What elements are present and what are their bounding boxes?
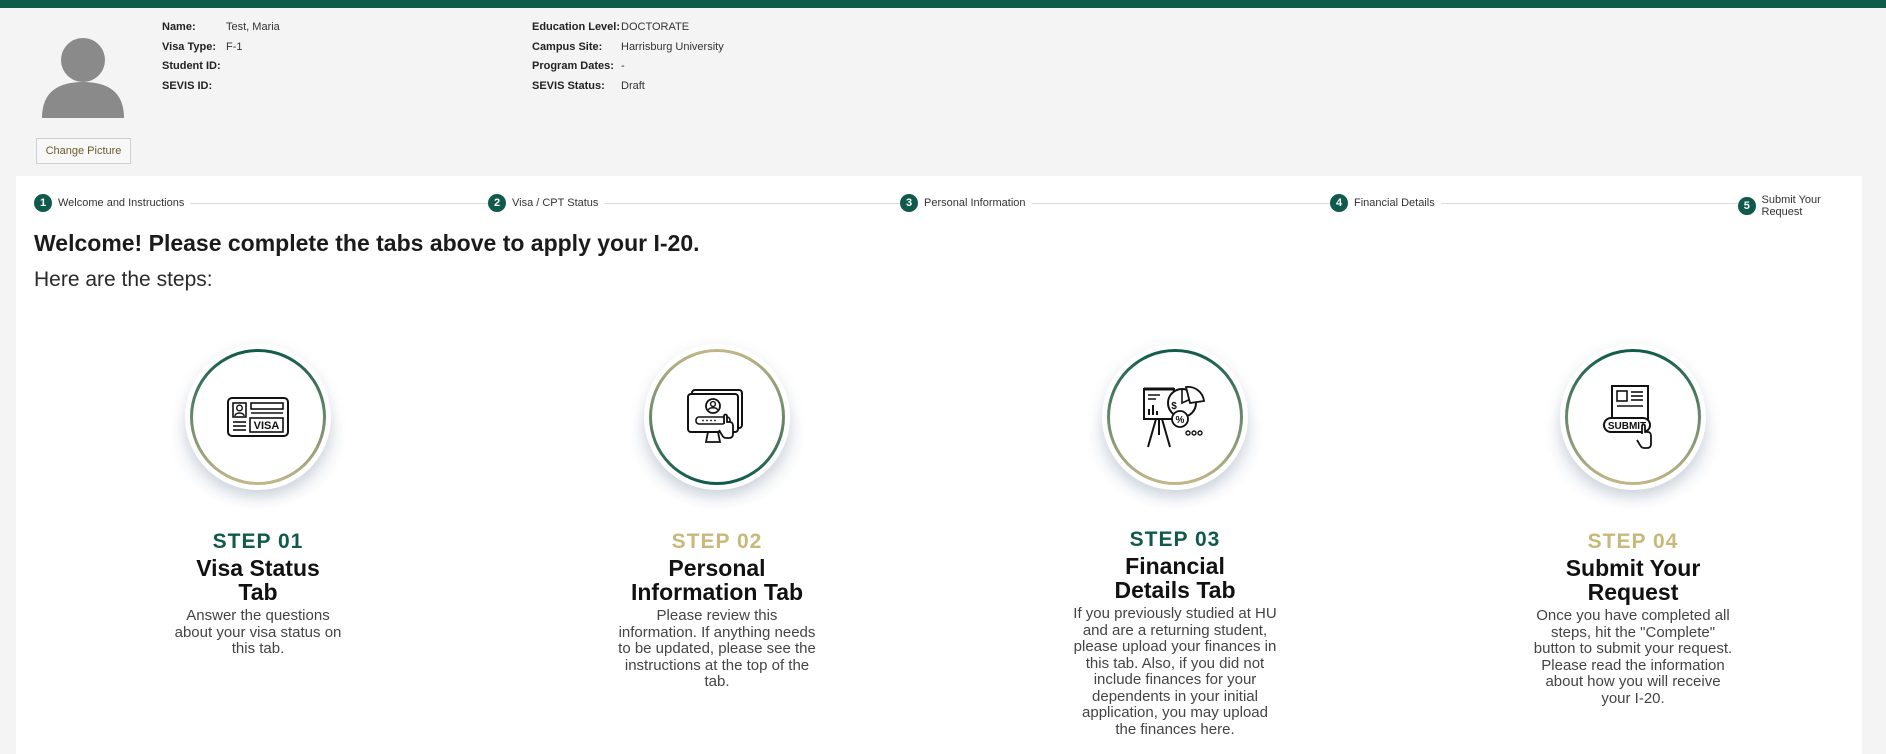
tab-label: Personal Information <box>924 197 1026 209</box>
tab-visa-cpt-status[interactable]: 2 Visa / CPT Status <box>488 194 605 212</box>
program-dates-value: - <box>621 60 625 73</box>
program-dates-label: Program Dates: <box>532 60 614 73</box>
name-value: Test, Maria <box>226 21 280 33</box>
change-picture-button[interactable]: Change Picture <box>36 138 131 164</box>
welcome-heading: Welcome! Please complete the tabs above … <box>34 230 700 256</box>
profile-info-left: Name: Test, Maria Visa Type: F-1 Student I… <box>162 18 280 96</box>
tab-number: 3 <box>900 194 918 212</box>
tab-number: 1 <box>34 194 52 212</box>
svg-text:VISA: VISA <box>254 420 280 432</box>
step-card-4: SUBMIT STEP 04 Submit Your Request Once … <box>1518 344 1748 707</box>
tab-number: 2 <box>488 194 506 212</box>
sevis-status-value: Draft <box>621 79 645 92</box>
tab-label: Visa / CPT Status <box>512 197 599 209</box>
campus-site-label: Campus Site: <box>532 40 603 53</box>
tab-financial-details[interactable]: 4 Financial Details <box>1330 194 1441 212</box>
profile-monitor-icon <box>687 389 743 443</box>
step-card-1: VISA STEP 01 Visa Status Tab Answer the … <box>143 344 373 658</box>
step-description: Answer the questions about your visa sta… <box>174 607 342 657</box>
tab-label: Welcome and Instructions <box>58 197 185 209</box>
step-number: STEP 01 <box>212 530 304 553</box>
tab-stepper: 1 Welcome and Instructions 2 Visa / CPT … <box>34 194 1862 218</box>
step-title: Submit Your Request <box>1565 555 1701 605</box>
tab-label: Financial Details <box>1354 197 1435 209</box>
visa-type-value: F-1 <box>226 40 243 53</box>
main-panel: 1 Welcome and Instructions 2 Visa / CPT … <box>16 176 1862 754</box>
submit-click-icon: SUBMIT <box>1603 385 1652 449</box>
step-card-2: STEP 02 Personal Information Tab Please … <box>602 344 832 691</box>
step-title: Financial Details Tab <box>1114 553 1236 603</box>
step-description: If you previously studied at HU and are … <box>1073 605 1277 738</box>
steps-subheading: Here are the steps: <box>34 268 213 291</box>
tab-number: 5 <box>1738 197 1756 215</box>
education-level-value: DOCTORATE <box>621 21 690 33</box>
finance-presentation-icon: % $ <box>1143 385 1205 448</box>
tab-submit-request[interactable]: 5 Submit Your Request <box>1738 194 1862 218</box>
step-number: STEP 02 <box>671 530 763 553</box>
step-number: STEP 04 <box>1587 530 1679 553</box>
step-title: Personal Information Tab <box>630 555 804 605</box>
name-label: Name: <box>162 21 196 33</box>
tab-personal-information[interactable]: 3 Personal Information <box>900 194 1032 212</box>
step-number: STEP 03 <box>1129 528 1221 551</box>
tab-welcome[interactable]: 1 Welcome and Instructions <box>34 194 191 212</box>
visa-type-label: Visa Type: <box>162 40 217 53</box>
tab-label: Submit Your Request <box>1761 194 1821 218</box>
svg-text:$: $ <box>1171 401 1177 412</box>
education-level-label: Education Level: <box>532 21 621 33</box>
step-title: Visa Status Tab <box>196 555 320 605</box>
top-accent-bar <box>0 0 1886 8</box>
profile-info-right: Education Level: DOCTORATE Campus Site: Ha… <box>532 18 724 96</box>
step-description: Once you have completed all steps, hit t… <box>1533 607 1733 707</box>
step-card-3: % $ STEP 03 Financial Details Tab If you… <box>1060 344 1290 738</box>
sevis-id-label: SEVIS ID: <box>162 79 213 92</box>
sevis-status-label: SEVIS Status: <box>532 79 605 92</box>
svg-text:%: % <box>1176 415 1185 426</box>
campus-site-value: Harrisburg University <box>621 40 724 53</box>
tab-number: 4 <box>1330 194 1348 212</box>
visa-card-icon: VISA <box>227 397 289 437</box>
avatar-placeholder-icon <box>42 38 124 118</box>
student-id-label: Student ID: <box>162 60 221 73</box>
step-description: Please review this information. If anyth… <box>618 607 816 690</box>
svg-text:SUBMIT: SUBMIT <box>1608 421 1646 432</box>
